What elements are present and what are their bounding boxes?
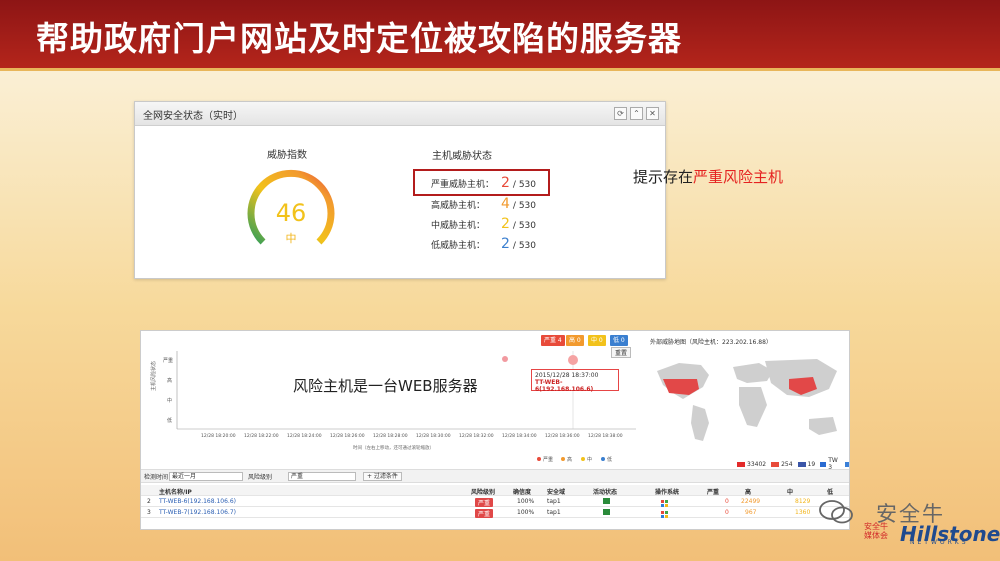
- bottom-legend-high: 高: [567, 456, 572, 463]
- risk-filter-select[interactable]: 严重: [288, 472, 356, 481]
- table-row[interactable]: 2 TT-WEB-6(192.168.106.6) 严重 100% tap1 0…: [141, 496, 849, 507]
- slide-title: 帮助政府门户网站及时定位被攻陷的服务器: [36, 19, 682, 58]
- y-tick-high: 高: [167, 377, 172, 384]
- host-row-medium: 中威胁主机： 2 / 530: [431, 216, 536, 232]
- active-status-icon: [603, 509, 610, 515]
- chart-tooltip: 2015/12/28 18:37:00 TT-WEB-6(192.168.106…: [531, 369, 619, 393]
- panel-title: 全网安全状态（实时）: [143, 111, 243, 122]
- callout-critical-hosts: 提示存在严重风险主机: [633, 168, 784, 186]
- add-filter-button[interactable]: + 过滤条件: [363, 472, 402, 481]
- table-row[interactable]: 3 TT-WEB-7(192.168.106.7) 严重 100% tap1 0…: [141, 507, 849, 518]
- risk-timeline-chart: 主机风险状态 严重 高 中 低 12/28 18:20:00 12/28 18:…: [150, 351, 636, 463]
- close-icon[interactable]: ✕: [646, 107, 659, 120]
- wechat-icon: [819, 500, 853, 524]
- highlight-box: [413, 169, 550, 196]
- bottom-legend-medium: 中: [587, 456, 592, 463]
- filter-bar: 检测时间 最近一月 风险级别 严重 + 过滤条件: [141, 469, 849, 483]
- time-filter-select[interactable]: 最近一月: [169, 472, 243, 481]
- y-axis-title: 主机风险状态: [150, 361, 157, 391]
- title-divider: [0, 68, 1000, 71]
- x-tick: 12/28 18:20:00: [201, 433, 236, 439]
- threat-index-label: 威胁指数: [267, 150, 307, 161]
- world-threat-map: [649, 349, 849, 455]
- x-tick: 12/28 18:30:00: [416, 433, 451, 439]
- y-tick-low: 低: [167, 417, 172, 424]
- media-logo: 安全牛媒体会: [864, 522, 888, 540]
- y-tick-medium: 中: [167, 397, 172, 404]
- host-row-high: 高威胁主机： 4 / 530: [431, 196, 536, 212]
- risk-host-panel: 严重 4 高 0 中 0 低 0 重置 主机风险状态 严重 高 中 低 12/2…: [140, 330, 850, 530]
- x-tick: 12/28 18:22:00: [244, 433, 279, 439]
- x-tick: 12/28 18:28:00: [373, 433, 408, 439]
- security-status-panel: 全网安全状态（实时） ⟳ ⌃ ✕ 威胁指数 46 中 主机威胁状态 严重威胁主机…: [134, 101, 666, 279]
- y-tick-critical: 严重: [163, 357, 173, 364]
- refresh-icon[interactable]: ⟳: [614, 107, 627, 120]
- risk-filter-label: 风险级别: [248, 474, 273, 481]
- gauge-level: 中: [285, 232, 297, 245]
- windows-icon: [661, 511, 668, 518]
- callout-web-server: 风险主机是一台WEB服务器: [293, 377, 478, 395]
- x-tick: 12/28 18:34:00: [502, 433, 537, 439]
- x-tick: 12/28 18:36:00: [545, 433, 580, 439]
- collapse-icon[interactable]: ⌃: [630, 107, 643, 120]
- x-axis-title: 时间（左右上移动，还可通过滚轮缩放）: [353, 444, 434, 451]
- host-row-low: 低威胁主机： 2 / 530: [431, 236, 536, 252]
- x-tick: 12/28 18:24:00: [287, 433, 322, 439]
- slide-title-bar: 帮助政府门户网站及时定位被攻陷的服务器: [0, 0, 1000, 68]
- windows-icon: [661, 500, 668, 507]
- host-table: 主机名称/IP 风险级别 确信度 安全域 活动状态 操作系统 严重 高 中 低 …: [141, 485, 849, 518]
- brand-subtitle: NETWORKS: [910, 539, 969, 546]
- time-filter-label: 检测时间: [144, 474, 169, 481]
- bottom-legend-critical: 严重: [543, 456, 553, 463]
- active-status-icon: [603, 498, 610, 504]
- bottom-legend-low: 低: [607, 456, 612, 463]
- data-point: [568, 355, 578, 365]
- table-header: 主机名称/IP 风险级别 确信度 安全域 活动状态 操作系统 严重 高 中 低: [141, 485, 849, 496]
- host-status-label: 主机威胁状态: [432, 151, 492, 162]
- panel-header: 全网安全状态（实时） ⟳ ⌃ ✕: [135, 102, 665, 126]
- x-ticks: 12/28 18:20:00 12/28 18:22:00 12/28 18:2…: [201, 433, 623, 439]
- threat-map-title: 外部威胁地图（风险主机：223.202.16.88）: [650, 339, 772, 346]
- x-tick: 12/28 18:26:00: [330, 433, 365, 439]
- watermark: 安全牛 安全牛媒体会 Hillstone NETWORKS: [818, 490, 1000, 550]
- data-point: [502, 356, 508, 362]
- gauge-value: 46: [275, 199, 307, 227]
- x-tick: 12/28 18:38:00: [588, 433, 623, 439]
- x-tick: 12/28 18:32:00: [459, 433, 494, 439]
